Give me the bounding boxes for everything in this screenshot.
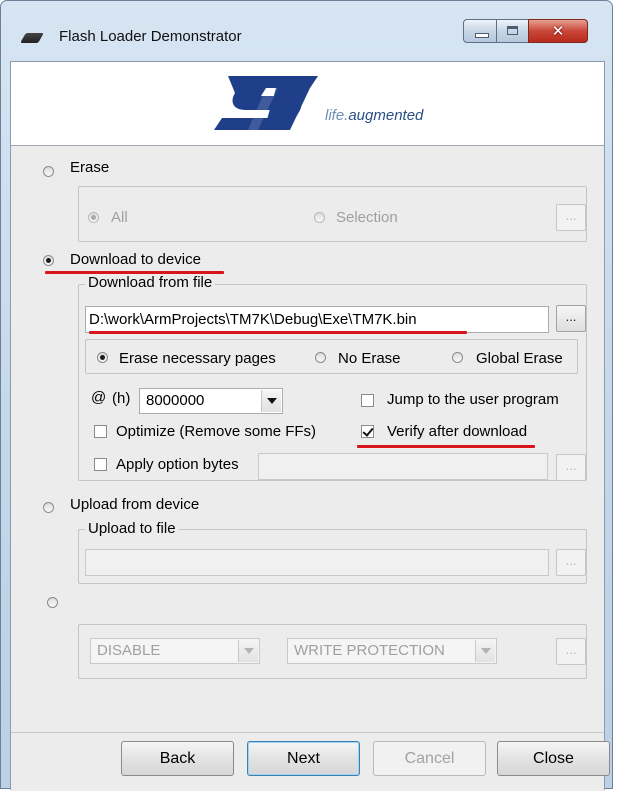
erase-selection-label[interactable]: Selection <box>336 209 398 226</box>
download-group-title: Download from file <box>85 274 216 291</box>
protection-mode-combo[interactable]: DISABLE <box>90 638 260 664</box>
global-erase-label[interactable]: Global Erase <box>476 350 563 367</box>
download-label[interactable]: Download to device <box>70 251 201 268</box>
jump-checkbox[interactable] <box>361 394 374 407</box>
verify-checkbox[interactable] <box>361 425 374 438</box>
address-value: 8000000 <box>146 392 205 409</box>
download-browse-button[interactable]: ... <box>556 305 586 332</box>
erase-browse-button[interactable]: ... <box>556 204 586 231</box>
close-icon: ✕ <box>551 22 565 40</box>
upload-browse-button[interactable]: ... <box>556 549 586 576</box>
option-bytes-checkbox[interactable] <box>94 458 107 471</box>
upload-group-title: Upload to file <box>85 520 179 537</box>
dialog-client-area: life.augmented Erase All Selection ... D… <box>10 61 610 791</box>
minimize-button[interactable] <box>463 19 497 43</box>
app-window: Flash Loader Demonstrator ✕ life.augment… <box>0 0 613 791</box>
st-logo-icon <box>214 76 318 130</box>
title-bar[interactable]: Flash Loader Demonstrator ✕ <box>1 1 612 61</box>
protection-radio[interactable] <box>47 597 58 608</box>
download-file-field[interactable]: D:\work\ArmProjects\TM7K\Debug\Exe\TM7K.… <box>85 306 549 333</box>
jump-label[interactable]: Jump to the user program <box>387 391 559 408</box>
download-radio[interactable] <box>43 255 54 266</box>
close-dialog-button[interactable]: Close <box>497 741 610 776</box>
protection-type-value: WRITE PROTECTION <box>294 642 445 659</box>
upload-radio[interactable] <box>43 502 54 513</box>
chevron-down-icon[interactable] <box>475 640 495 662</box>
option-bytes-label[interactable]: Apply option bytes <box>116 456 239 473</box>
option-bytes-field[interactable] <box>258 453 548 480</box>
erase-necessary-radio[interactable] <box>97 352 108 363</box>
close-button[interactable]: ✕ <box>528 19 588 43</box>
erase-all-label[interactable]: All <box>111 209 128 226</box>
erase-group <box>78 186 587 242</box>
verify-label[interactable]: Verify after download <box>387 423 527 440</box>
chevron-down-icon[interactable] <box>238 640 258 662</box>
protection-type-combo[interactable]: WRITE PROTECTION <box>287 638 497 664</box>
optimize-checkbox[interactable] <box>94 425 107 438</box>
erase-selection-radio[interactable] <box>314 212 325 223</box>
erase-necessary-label[interactable]: Erase necessary pages <box>119 350 276 367</box>
verify-annotation-underline <box>357 445 535 448</box>
banner: life.augmented <box>11 62 604 146</box>
upload-label[interactable]: Upload from device <box>70 496 199 513</box>
logo-tagline-part1: life. <box>325 107 349 124</box>
maximize-icon <box>507 26 518 35</box>
upload-file-field[interactable] <box>85 549 549 576</box>
erase-label[interactable]: Erase <box>70 159 109 176</box>
chevron-down-icon[interactable] <box>261 390 281 412</box>
global-erase-radio[interactable] <box>452 352 463 363</box>
next-button[interactable]: Next <box>247 741 360 776</box>
no-erase-radio[interactable] <box>315 352 326 363</box>
logo-tagline: life.augmented <box>325 107 423 124</box>
back-button[interactable]: Back <box>121 741 234 776</box>
app-icon <box>20 33 44 43</box>
window-title: Flash Loader Demonstrator <box>59 28 242 45</box>
address-at-label: @ <box>91 389 107 406</box>
address-combo[interactable]: 8000000 <box>139 388 283 414</box>
file-path-annotation-underline <box>89 331 467 334</box>
erase-radio[interactable] <box>43 166 54 177</box>
protection-browse-button[interactable]: ... <box>556 638 586 665</box>
cancel-button[interactable]: Cancel <box>373 741 486 776</box>
erase-all-radio[interactable] <box>88 212 99 223</box>
address-hex-label: (h) <box>112 390 131 407</box>
no-erase-label[interactable]: No Erase <box>338 350 401 367</box>
optimize-label[interactable]: Optimize (Remove some FFs) <box>116 423 316 440</box>
option-bytes-browse-button[interactable]: ... <box>556 454 586 481</box>
logo-tagline-part2: augmented <box>348 107 424 124</box>
minimize-icon <box>475 33 489 38</box>
maximize-button[interactable] <box>496 19 529 43</box>
protection-mode-value: DISABLE <box>97 642 161 659</box>
